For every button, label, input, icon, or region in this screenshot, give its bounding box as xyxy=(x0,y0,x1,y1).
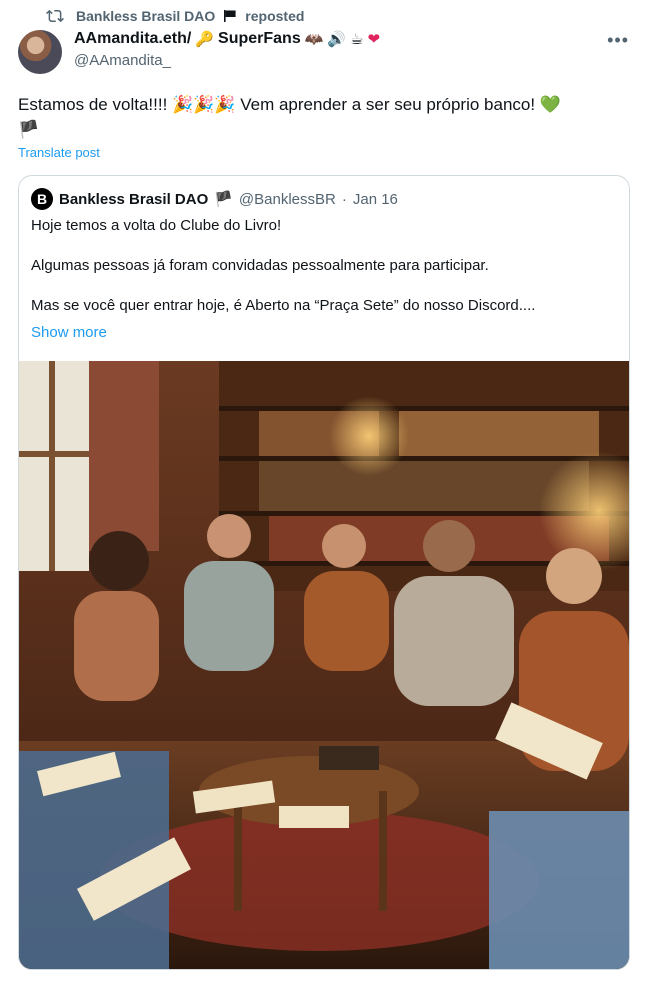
quoted-author-handle[interactable]: @BanklessBR xyxy=(239,191,336,208)
more-options-icon[interactable]: ••• xyxy=(607,30,629,51)
quoted-post-text: Hoje temos a volta do Clube do Livro! Al… xyxy=(31,216,619,336)
bat-icon: 🦇 xyxy=(304,30,324,48)
author-block: AAmandita.eth/ 🔑 SuperFans 🦇 🔊 ☕ ❤ @AAma… xyxy=(74,30,380,69)
separator-dot: · xyxy=(341,190,347,208)
repost-indicator[interactable]: Bankless Brasil DAO reposted xyxy=(46,6,304,26)
repost-account-name[interactable]: Bankless Brasil DAO xyxy=(76,8,215,24)
repost-icon xyxy=(46,9,64,23)
book-club-illustration xyxy=(19,361,629,969)
quoted-post-date[interactable]: Jan 16 xyxy=(353,191,398,208)
show-more-link[interactable]: Show more xyxy=(31,324,107,341)
black-flag-icon: 🏴 xyxy=(18,120,40,139)
post-image[interactable] xyxy=(19,361,629,969)
translate-post-link[interactable]: Translate post xyxy=(18,145,100,160)
speaker-icon: 🔊 xyxy=(327,30,347,48)
author-handle[interactable]: @AAmandita_ xyxy=(74,52,380,69)
heart-icon: ❤ xyxy=(367,30,381,48)
black-flag-icon: 🏴 xyxy=(214,191,233,208)
coffee-icon: ☕ xyxy=(350,30,364,48)
quoted-author-name[interactable]: Bankless Brasil DAO xyxy=(59,191,208,208)
tweet-text: Estamos de volta!!!! 🎉🎉🎉 Vem aprender a … xyxy=(18,92,638,142)
quoted-post-card[interactable]: B Bankless Brasil DAO 🏴 @BanklessBR · Ja… xyxy=(18,175,630,970)
tweet-body: Estamos de volta!!!! 🎉🎉🎉 Vem aprender a … xyxy=(18,95,561,114)
reposted-label: reposted xyxy=(245,8,305,24)
author-display-name[interactable]: AAmandita.eth/ xyxy=(74,30,191,48)
key-icon: 🔑 xyxy=(195,30,215,48)
quoted-paragraph: Mas se você quer entrar hoje, é Aberto n… xyxy=(31,297,536,314)
quoted-author-avatar[interactable]: B xyxy=(31,188,53,210)
quoted-post-header: B Bankless Brasil DAO 🏴 @BanklessBR · Ja… xyxy=(31,188,398,210)
quoted-paragraph: Hoje temos a volta do Clube do Livro! xyxy=(31,217,282,234)
black-flag-icon xyxy=(224,10,236,22)
quoted-paragraph: Algumas pessoas já foram convidadas pess… xyxy=(31,257,489,274)
author-superfans[interactable]: SuperFans xyxy=(218,30,301,48)
author-avatar[interactable] xyxy=(18,30,62,74)
